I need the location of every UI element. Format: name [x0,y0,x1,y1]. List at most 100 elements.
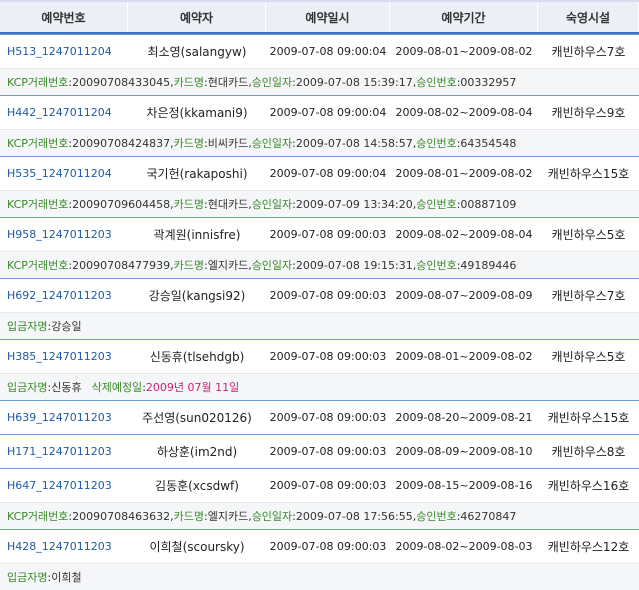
approval-no: 00887109 [460,197,517,211]
card-label: 카드명 [173,510,204,523]
reservation-id-link[interactable]: H428_1247011203 [0,530,128,563]
table-row: H958_1247011203 곽계원(innisfre) 2009-07-08 0… [0,217,639,251]
reservation-datetime: 2009-07-08 09:00:03 [269,540,387,553]
table-header: 예약번호 예약자 예약일시 예약기간 숙영시설 [0,0,639,34]
card-name: 엘지카드 [207,259,249,272]
kcp-label: KCP거래번호 [7,259,69,272]
table-row: H385_1247011203 신동휴(tlsehdgb) 2009-07-08 0… [0,339,639,373]
header-reservation-datetime: 예약일시 [266,2,390,32]
reservation-datetime: 2009-07-08 09:00:03 [269,350,387,363]
header-reserver: 예약자 [128,2,266,32]
table-row: H171_1247011203 하상훈(im2nd) 2009-07-08 09:0… [0,434,639,468]
payment-detail-row: 입금자명 : 강승일 [0,312,639,339]
approval-no-label: 승인번호 [416,259,457,272]
facility-name: 캐빈하우스8호 [551,445,626,459]
card-name: 엘지카드 [207,510,249,523]
approval-no-label: 승인번호 [416,510,457,523]
header-reservation-period: 예약기간 [390,2,538,32]
reservation-period: 2009-08-02~2009-08-04 [395,106,533,119]
reservation-period: 2009-08-20~2009-08-21 [395,411,533,424]
reservation-id-link[interactable]: H647_1247011203 [0,469,128,502]
payment-detail-row: 입금자명 : 이희철 [0,563,639,590]
header-facility: 숙영시설 [538,2,639,32]
reservation-datetime: 2009-07-08 09:00:03 [269,289,387,302]
approval-date-label: 승인일자 [251,259,293,272]
reserver-name: 하상훈(im2nd) [156,445,238,459]
facility-name: 캐빈하우스15호 [547,411,630,425]
approval-date: 2009-07-08 19:15:31 [295,258,413,272]
approval-no-label: 승인번호 [416,137,457,150]
payment-detail-row: KCP거래번호 : 20090709604458, 카드명 : 현대카드, 승인… [0,190,639,217]
kcp-transaction-no: 20090708463632 [72,509,171,523]
facility-name: 캐빈하우스16호 [547,479,630,493]
card-label: 카드명 [173,198,204,211]
delete-date: 2009년 07월 11일 [145,381,240,394]
reservation-id-link[interactable]: H385_1247011203 [0,340,128,373]
approval-date-label: 승인일자 [251,76,293,89]
table-body: H513_1247011204 최소영(salangyw) 2009-07-08 0… [0,34,639,590]
reserver-name: 김동훈(xcsdwf) [155,479,239,493]
reservation-id-link[interactable]: H535_1247011204 [0,157,128,190]
reservation-id-link[interactable]: H692_1247011203 [0,279,128,312]
reservation-id-link[interactable]: H442_1247011204 [0,96,128,129]
facility-name: 캐빈하우스12호 [547,540,630,554]
depositor-name: 이희철 [51,571,82,584]
card-label: 카드명 [173,259,204,272]
facility-name: 캐빈하우스9호 [551,106,626,120]
reservation-datetime: 2009-07-08 09:00:03 [269,445,387,458]
approval-no: 64354548 [460,136,517,150]
card-label: 카드명 [173,76,204,89]
reservation-datetime: 2009-07-08 09:00:03 [269,479,387,492]
reserver-name: 강승일(kangsi92) [148,289,246,303]
table-row: H647_1247011203 김동훈(xcsdwf) 2009-07-08 09:… [0,468,639,502]
reserver-name: 국기헌(rakaposhi) [146,167,248,181]
depositor-label: 입금자명 [7,381,48,394]
table-row: H535_1247011204 국기헌(rakaposhi) 2009-07-08 … [0,156,639,190]
kcp-label: KCP거래번호 [7,198,69,211]
approval-no-label: 승인번호 [416,198,457,211]
kcp-transaction-no: 20090708477939 [72,258,171,272]
approval-no-label: 승인번호 [416,76,457,89]
depositor-label: 입금자명 [7,571,48,584]
card-label: 카드명 [173,137,204,150]
reservation-period: 2009-08-01~2009-08-02 [395,350,533,363]
table-row: H692_1247011203 강승일(kangsi92) 2009-07-08 0… [0,278,639,312]
approval-date: 2009-07-09 13:34:20 [295,197,413,211]
reservation-datetime: 2009-07-08 09:00:03 [269,411,387,424]
reserver-name: 곽계원(innisfre) [153,228,241,242]
header-reservation-no: 예약번호 [0,2,128,32]
table-row: H639_1247011203 주선영(sun020126) 2009-07-08 … [0,400,639,434]
reserver-name: 신동휴(tlsehdgb) [149,350,245,364]
reservation-id-link[interactable]: H513_1247011204 [0,35,128,68]
approval-date: 2009-07-08 17:56:55 [295,509,413,523]
reservation-period: 2009-08-15~2009-08-16 [395,479,533,492]
reservation-datetime: 2009-07-08 09:00:04 [269,45,387,58]
depositor-name: 강승일 [51,320,82,333]
card-name: 현대카드 [207,198,249,211]
kcp-label: KCP거래번호 [7,76,69,89]
reservation-id-link[interactable]: H958_1247011203 [0,218,128,251]
reserver-name: 이희철(scoursky) [149,540,245,554]
payment-detail-row: KCP거래번호 : 20090708424837, 카드명 : 비씨카드, 승인… [0,129,639,156]
depositor-label: 입금자명 [7,320,48,333]
kcp-transaction-no: 20090708433045 [72,75,171,89]
reservation-id-link[interactable]: H639_1247011203 [0,401,128,434]
payment-detail-row: KCP거래번호 : 20090708463632, 카드명 : 엘지카드, 승인… [0,502,639,529]
reservation-period: 2009-08-01~2009-08-02 [395,167,533,180]
reservation-id-link[interactable]: H171_1247011203 [0,435,128,468]
delete-date-label: 삭제예정일 [91,381,143,394]
card-name: 현대카드 [207,76,249,89]
reservation-datetime: 2009-07-08 09:00:04 [269,106,387,119]
reservation-datetime: 2009-07-08 09:00:04 [269,167,387,180]
kcp-transaction-no: 20090709604458 [72,197,171,211]
facility-name: 캐빈하우스5호 [551,350,626,364]
facility-name: 캐빈하우스7호 [551,289,626,303]
approval-date-label: 승인일자 [251,137,293,150]
facility-name: 캐빈하우스7호 [551,45,626,59]
table-row: H513_1247011204 최소영(salangyw) 2009-07-08 0… [0,34,639,68]
facility-name: 캐빈하우스15호 [547,167,630,181]
kcp-transaction-no: 20090708424837 [72,136,171,150]
reservation-period: 2009-08-01~2009-08-02 [395,45,533,58]
depositor-name: 신동휴 [51,381,82,394]
kcp-label: KCP거래번호 [7,137,69,150]
